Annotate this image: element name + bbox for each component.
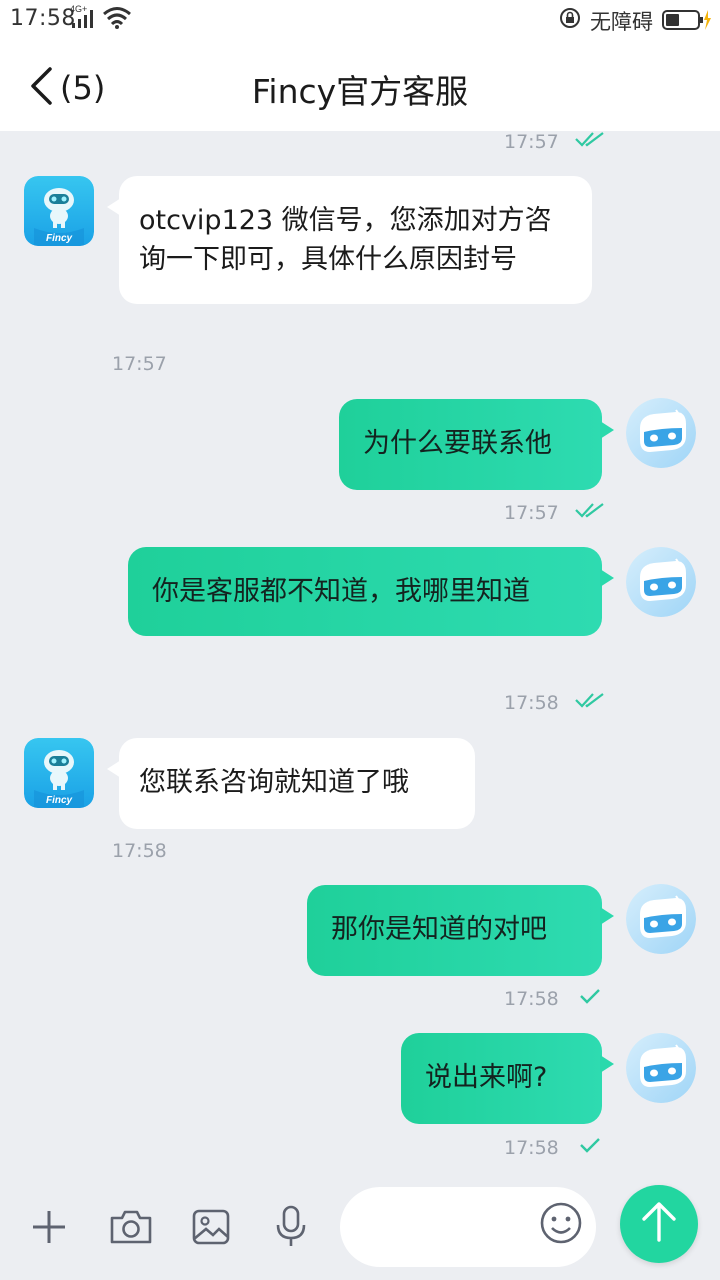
sent-check-icon — [578, 1136, 602, 1154]
message-timestamp: 17:57 — [112, 353, 167, 375]
message-bubble-user[interactable]: 说出来啊? — [401, 1033, 614, 1124]
message-bubble-user[interactable]: 为什么要联系他 — [339, 399, 614, 490]
input-toolbar — [0, 1180, 720, 1280]
wifi-icon — [102, 6, 132, 36]
status-time: 17:58 — [10, 6, 76, 31]
rotation-lock-icon — [559, 7, 581, 35]
message-timestamp: 17:57 — [504, 131, 559, 153]
read-check-icon — [574, 130, 606, 148]
accessibility-label: 无障碍 — [590, 10, 653, 34]
page-title: Fincy官方客服 — [251, 72, 469, 111]
plus-icon — [29, 1207, 69, 1251]
emoji-button[interactable] — [536, 1200, 586, 1250]
agent-avatar[interactable]: Fincy — [24, 176, 94, 246]
message-timestamp: 17:58 — [504, 692, 559, 714]
user-avatar[interactable] — [626, 1033, 696, 1103]
voice-button[interactable] — [266, 1204, 316, 1254]
user-avatar[interactable] — [626, 398, 696, 468]
add-button[interactable] — [24, 1204, 74, 1254]
camera-button[interactable] — [106, 1204, 156, 1254]
message-timestamp: 17:57 — [504, 502, 559, 524]
status-bar: 17:58 4G+ 无障碍 — [0, 0, 720, 38]
fincy-logo-text: Fincy — [46, 795, 73, 806]
message-timestamp: 17:58 — [504, 1137, 559, 1159]
chat-header: (5) Fincy官方客服 — [0, 38, 720, 131]
message-bubble-agent[interactable]: 您联系咨询就知道了哦 — [107, 738, 475, 829]
signal-icon: 4G+ — [70, 4, 98, 36]
battery-icon — [662, 9, 712, 37]
emoji-icon — [539, 1201, 583, 1249]
microphone-icon — [273, 1205, 309, 1253]
message-bubble-user[interactable]: 那你是知道的对吧 — [307, 885, 614, 976]
message-bubble-user[interactable]: 你是客服都不知道，我哪里知道 — [128, 547, 614, 636]
message-bubble-agent[interactable]: otcvip123 微信号，您添加对方咨询一下即可，具体什么原因封号 — [107, 176, 592, 304]
sent-check-icon — [578, 987, 602, 1005]
fincy-logo-text: Fincy — [46, 233, 73, 244]
image-icon — [191, 1207, 231, 1251]
send-button[interactable] — [620, 1185, 698, 1263]
user-avatar[interactable] — [626, 884, 696, 954]
network-type-label: 4G+ — [70, 4, 87, 14]
message-timestamp: 17:58 — [112, 840, 167, 862]
camera-icon — [108, 1207, 154, 1251]
read-check-icon — [574, 691, 606, 709]
user-avatar[interactable] — [626, 547, 696, 617]
message-timestamp: 17:58 — [504, 988, 559, 1010]
image-button[interactable] — [186, 1204, 236, 1254]
arrow-up-icon — [639, 1200, 679, 1248]
read-check-icon — [574, 501, 606, 519]
agent-avatar[interactable]: Fincy — [24, 738, 94, 808]
